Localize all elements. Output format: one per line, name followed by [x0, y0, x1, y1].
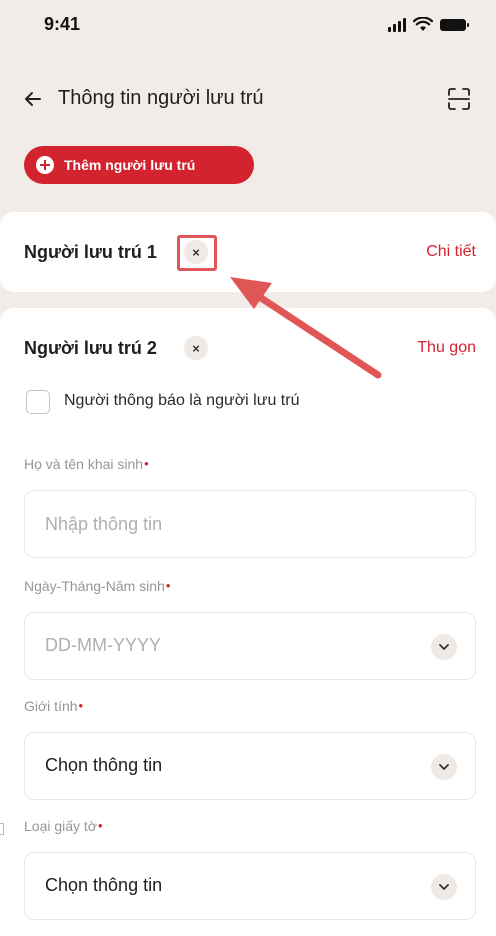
full-name-label: Họ và tên khai sinh• [24, 456, 149, 472]
edge-mark [0, 823, 4, 835]
resident-1-title: Người lưu trú 1 [24, 242, 157, 262]
gender-select[interactable]: Chọn thông tin [24, 732, 476, 800]
screen: 9:41 Thông tin người lưu trú Thêm người … [0, 0, 496, 936]
resident-2-collapse-link[interactable]: Thu gọn [417, 339, 476, 357]
chevron-down-icon[interactable] [431, 634, 457, 660]
close-icon: × [192, 340, 200, 356]
document-type-select[interactable]: Chọn thông tin [24, 852, 476, 920]
resident-2-title: Người lưu trú 2 [24, 338, 157, 358]
document-type-label: Loại giấy tờ• [24, 818, 103, 834]
birth-date-field[interactable]: DD-MM-YYYY [24, 612, 476, 680]
status-icons [388, 17, 469, 32]
required-mark: • [78, 698, 84, 713]
chevron-down-icon[interactable] [431, 754, 457, 780]
gender-value: Chọn thông tin [45, 755, 163, 775]
page-title: Thông tin người lưu trú [58, 87, 264, 109]
status-time: 9:41 [44, 14, 81, 34]
plus-circle-icon [36, 156, 54, 174]
resident-1-detail-link[interactable]: Chi tiết [426, 243, 476, 261]
battery-icon [440, 18, 469, 31]
full-name-input[interactable] [45, 491, 405, 557]
resident-2-remove-button[interactable]: × [184, 336, 208, 360]
status-bar: 9:41 [0, 0, 496, 52]
document-type-value: Chọn thông tin [45, 875, 163, 895]
notifier-checkbox-label: Người thông báo là người lưu trú [64, 392, 300, 409]
chevron-down-icon[interactable] [431, 874, 457, 900]
annotation-highlight-box [177, 235, 217, 271]
header: Thông tin người lưu trú [0, 78, 496, 122]
resident-card-1: Người lưu trú 1 × Chi tiết [0, 212, 496, 292]
back-arrow-icon[interactable] [20, 86, 46, 112]
add-resident-label: Thêm người lưu trú [64, 157, 196, 173]
required-mark: • [144, 456, 149, 471]
scan-icon[interactable] [446, 86, 472, 112]
birth-date-placeholder: DD-MM-YYYY [45, 635, 161, 655]
notifier-checkbox[interactable] [26, 390, 50, 414]
wifi-icon [413, 17, 433, 31]
required-mark: • [165, 578, 171, 593]
add-resident-button[interactable]: Thêm người lưu trú [24, 146, 254, 184]
full-name-field[interactable] [24, 490, 476, 558]
birth-date-label: Ngày-Tháng-Năm sinh• [24, 578, 171, 594]
signal-icon [388, 17, 406, 32]
required-mark: • [98, 818, 103, 833]
gender-label: Giới tính• [24, 698, 84, 714]
